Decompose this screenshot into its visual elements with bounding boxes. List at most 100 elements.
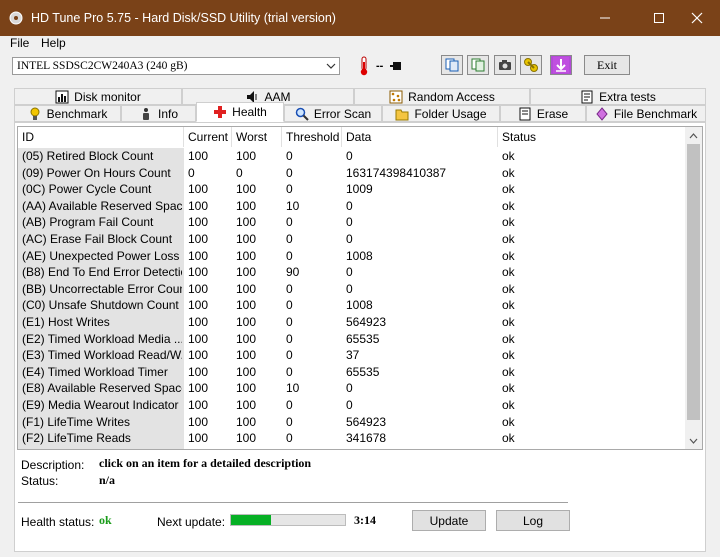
table-cell: 0 (286, 165, 293, 180)
wrench-icon (524, 58, 538, 72)
minimize-button[interactable] (582, 0, 628, 36)
table-cell: (AC) Erase Fail Block Count (22, 232, 173, 246)
table-cell: ok (502, 248, 515, 263)
exit-button[interactable]: Exit (584, 55, 630, 75)
table-row[interactable]: (E4) Timed Workload Timer 100 100 0 65535 ok (18, 364, 688, 381)
table-row[interactable]: (09) Power On Hours Count 0 0 0 163174398410… (18, 165, 688, 182)
table-cell: (BB) Uncorrectable Error Count (22, 281, 182, 296)
table-row[interactable]: (AC) Erase Fail Block Count 100 100 0 0 ok (18, 231, 688, 248)
tab-info[interactable]: Info (121, 105, 196, 122)
table-row[interactable]: (E9) Media Wearout Indicator 100 100 0 0 ok (18, 397, 688, 414)
column-header-threshold[interactable]: Threshold (282, 127, 342, 147)
table-cell: (F1) LifeTime Writes (22, 414, 131, 429)
tab-extra-tests[interactable]: Extra tests (530, 88, 706, 105)
scroll-thumb[interactable] (687, 144, 700, 420)
table-row[interactable]: (BB) Uncorrectable Error Count 100 100 0 0 ok (18, 281, 688, 298)
table-cell: (B8) End To End Error Detection (22, 265, 182, 280)
table-cell: 65535 (346, 364, 380, 379)
table-row[interactable]: (F2) LifeTime Reads 100 100 0 341678 ok (18, 430, 688, 447)
health-status-value: ok (99, 513, 112, 527)
tab-folder-usage[interactable]: Folder Usage (382, 105, 500, 122)
table-cell: 100 (236, 198, 257, 213)
table-cell: 100 (188, 149, 209, 163)
menu-bar: File Help (0, 36, 720, 54)
table-cell: 100 (236, 331, 257, 346)
table-cell: 100 (188, 232, 209, 246)
tab-label: Benchmark (46, 106, 108, 121)
table-row[interactable]: (E1) Host Writes 100 100 0 564923 ok (18, 314, 688, 331)
smart-table[interactable]: ID Current Worst Threshold Data Status (… (17, 126, 703, 450)
tab-benchmark[interactable]: Benchmark (14, 105, 121, 122)
tab-file-benchmark[interactable]: File Benchmark (586, 105, 706, 122)
table-cell: (E8) Available Reserved Space (22, 381, 182, 396)
table-cell: 100 (236, 414, 257, 429)
description-value: click on an item for a detailed descript… (99, 456, 312, 470)
column-header-status[interactable]: Status (498, 127, 688, 147)
table-cell: 100 (236, 315, 257, 329)
table-cell: ok (502, 232, 515, 246)
table-scrollbar[interactable] (685, 127, 702, 449)
table-row[interactable]: (F1) LifeTime Writes 100 100 0 564923 ok (18, 414, 688, 431)
tab-erase[interactable]: Erase (500, 105, 586, 122)
scroll-down-icon[interactable] (685, 432, 702, 449)
copy-text-button[interactable] (441, 55, 463, 75)
tab-disk-monitor[interactable]: Disk monitor (14, 88, 182, 105)
table-cell: 0 (286, 398, 293, 412)
table-cell: 100 (188, 348, 209, 363)
extra-tests-icon (581, 90, 593, 103)
table-cell: 100 (188, 381, 209, 396)
column-header-worst[interactable]: Worst (232, 127, 282, 147)
log-button[interactable]: Log (496, 510, 570, 531)
download-button[interactable] (550, 55, 572, 75)
table-cell: ok (502, 315, 515, 329)
options-button[interactable] (520, 55, 542, 75)
next-update-progress (230, 514, 346, 526)
table-cell: (F2) LifeTime Reads (22, 431, 131, 446)
scroll-up-icon[interactable] (685, 127, 702, 144)
table-cell: 100 (236, 232, 257, 246)
table-row[interactable]: (E2) Timed Workload Media ... 100 100 0 6553… (18, 331, 688, 348)
file-benchmark-icon (596, 106, 608, 121)
table-row[interactable]: (C0) Unsafe Shutdown Count 100 100 0 1008 ok (18, 297, 688, 314)
temperature-value: -- (376, 60, 384, 72)
table-cell: 100 (236, 381, 257, 396)
tab-random-access[interactable]: Random Access (354, 88, 530, 105)
table-cell: 1009 (346, 182, 373, 197)
tab-error-scan[interactable]: Error Scan (284, 105, 382, 122)
table-cell: 564923 (346, 414, 387, 429)
table-row[interactable]: (AB) Program Fail Count 100 100 0 0 ok (18, 214, 688, 231)
table-cell: 0 (286, 149, 293, 163)
erase-icon (519, 107, 531, 120)
table-row[interactable]: (B8) End To End Error Detection 100 100 90 0… (18, 264, 688, 281)
menu-help[interactable]: Help (41, 36, 66, 50)
table-cell: (C0) Unsafe Shutdown Count (22, 298, 179, 313)
column-header-id[interactable]: ID (18, 127, 184, 147)
table-cell: 10 (286, 198, 300, 213)
column-header-data[interactable]: Data (342, 127, 498, 147)
update-button[interactable]: Update (412, 510, 486, 531)
table-cell: ok (502, 398, 515, 412)
table-row[interactable]: (E8) Available Reserved Space 100 100 10 0 ok (18, 380, 688, 397)
close-icon (691, 12, 703, 24)
table-cell: 100 (236, 182, 257, 197)
table-row[interactable]: (AA) Available Reserved Space 100 100 10 0 ok (18, 198, 688, 215)
copy-info-button[interactable] (467, 55, 489, 75)
drive-select[interactable]: INTEL SSDSC2CW240A3 (240 gB) (12, 57, 340, 75)
table-cell: 0 (346, 215, 353, 230)
column-header-current[interactable]: Current (184, 127, 232, 147)
table-cell: 0 (346, 265, 353, 280)
table-row[interactable]: (0C) Power Cycle Count 100 100 0 1009 ok (18, 181, 688, 198)
table-row[interactable]: (AE) Unexpected Power Loss C... 100 100 0 10… (18, 248, 688, 265)
menu-file[interactable]: File (10, 36, 29, 50)
table-cell: (05) Retired Block Count (22, 149, 154, 163)
table-cell: (E9) Media Wearout Indicator (22, 398, 179, 412)
table-cell: (AB) Program Fail Count (22, 215, 154, 230)
tab-health[interactable]: Health (196, 102, 284, 122)
table-row[interactable]: (E3) Timed Workload Read/W... 100 100 0 37 ok (18, 347, 688, 364)
table-cell: 0 (286, 182, 293, 197)
table-cell: ok (502, 165, 515, 180)
table-row[interactable]: (05) Retired Block Count 100 100 0 0 ok (18, 148, 688, 165)
table-cell: (E3) Timed Workload Read/W... (22, 348, 182, 363)
close-button[interactable] (674, 0, 720, 36)
screenshot-button[interactable] (494, 55, 516, 75)
